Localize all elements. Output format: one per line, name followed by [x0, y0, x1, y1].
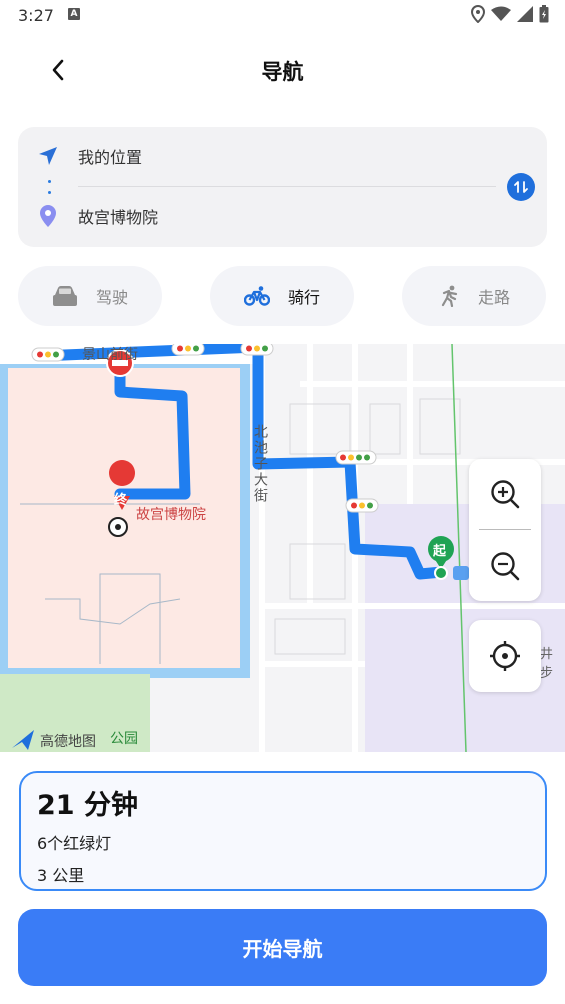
tab-walk[interactable]: 走路 [402, 266, 546, 326]
location-status-icon [471, 5, 485, 23]
start-navigation-button[interactable]: 开始导航 [18, 909, 547, 986]
bicycle-icon [243, 286, 270, 306]
origin-field[interactable]: 我的位置 [18, 127, 498, 185]
map-poi-label: 故宫博物院 [136, 507, 206, 523]
location-pin-icon [40, 205, 56, 227]
start-marker-label: 起 [433, 544, 447, 559]
map-park-label: 公园 [110, 731, 138, 747]
destination-field[interactable]: 故宫博物院 [18, 187, 498, 245]
wifi-icon [491, 6, 511, 21]
battery-icon [539, 5, 549, 23]
route-traffic-lights: 6个红绿灯 [37, 834, 112, 853]
end-marker-label: 终 [114, 493, 128, 508]
route-card: 我的位置 故宫博物院 [18, 127, 547, 247]
status-time: 3:27 [18, 6, 54, 25]
zoom-out-button[interactable] [469, 531, 541, 601]
status-bar: 3:27 A [0, 0, 565, 32]
crosshair-icon [490, 641, 520, 671]
zoom-divider [479, 529, 531, 530]
signal-icon [517, 6, 533, 22]
swap-vertical-icon [514, 181, 528, 193]
route-duration: 21 分钟 [37, 790, 138, 821]
tab-ride[interactable]: 骑行 [210, 266, 354, 326]
locate-button[interactable] [469, 620, 541, 692]
route-summary-card[interactable]: 21 分钟 6个红绿灯 3 公里 [19, 771, 547, 891]
top-bar: 导航 [0, 40, 565, 100]
page-title: 导航 [261, 60, 304, 84]
navigation-arrow-icon [39, 147, 57, 165]
tab-drive[interactable]: 驾驶 [18, 266, 162, 326]
status-icons [471, 5, 549, 23]
tab-ride-label: 骑行 [287, 288, 320, 307]
car-icon [52, 286, 77, 306]
destination-text: 故宫博物院 [78, 208, 159, 227]
notification-icon: A [68, 8, 80, 20]
swap-button[interactable] [507, 173, 535, 201]
zoom-in-icon [491, 480, 520, 509]
map-edge-label: 井步 [540, 647, 554, 681]
zoom-controls [469, 459, 541, 601]
zoom-out-icon [491, 552, 520, 581]
origin-text: 我的位置 [78, 148, 143, 167]
zoom-in-button[interactable] [469, 459, 541, 529]
route-distance: 3 公里 [37, 866, 85, 885]
tab-drive-label: 驾驶 [95, 288, 128, 307]
tab-walk-label: 走路 [477, 288, 510, 307]
map-street-label-vertical: 北池子大街 [252, 424, 268, 504]
travel-mode-tabs: 驾驶 骑行 走路 [18, 266, 547, 326]
map-street-label: 景山前街 [82, 347, 138, 363]
walking-icon [441, 285, 458, 307]
map-logo-text: 高德地图 [40, 734, 96, 750]
